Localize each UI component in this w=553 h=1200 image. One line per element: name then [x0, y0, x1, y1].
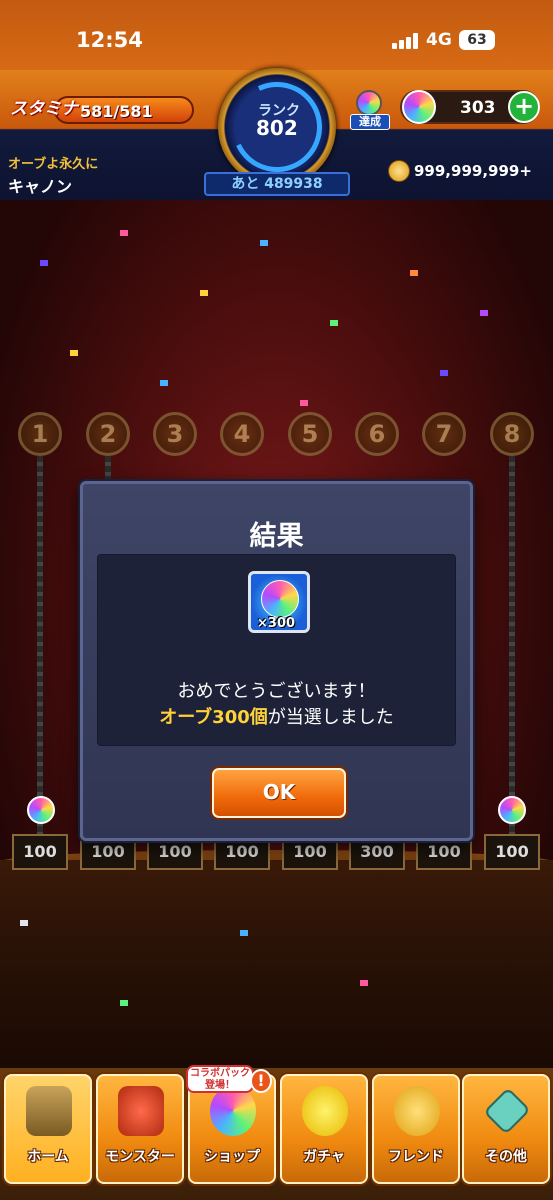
orb-reward-icon: ×300	[248, 571, 310, 633]
achievement-label: 達成	[350, 114, 390, 130]
prize-box: 100	[12, 834, 68, 870]
network-type: 4G	[426, 30, 452, 50]
orb-counter: 303 +	[400, 90, 540, 124]
add-orb-button[interactable]: +	[508, 91, 540, 123]
player-name: キャノン	[8, 177, 73, 196]
battery-icon: 63	[459, 30, 495, 50]
rank-value: 802	[256, 116, 298, 140]
reward-message: オーブ300個が当選しました	[98, 703, 455, 729]
confetti	[160, 380, 168, 386]
orb-icon	[210, 1086, 256, 1136]
nav-label: モンスター	[105, 1149, 175, 1165]
slot-number: 4	[220, 412, 264, 456]
reward-highlight: オーブ300個	[159, 707, 268, 728]
confetti	[200, 290, 208, 296]
home-icon	[26, 1086, 72, 1136]
confetti	[70, 350, 78, 356]
reward-message-rest: が当選しました	[267, 707, 394, 728]
confetti	[120, 1000, 128, 1006]
nav-other[interactable]: その他	[462, 1074, 550, 1184]
rank-next-exp: あと 489938	[204, 172, 350, 196]
alert-icon: !	[250, 1069, 272, 1093]
orb-icon	[261, 580, 299, 618]
nav-label: ホーム	[27, 1149, 69, 1165]
nav-home[interactable]: ホーム	[4, 1074, 92, 1184]
congrats-message: おめでとうございます！	[177, 681, 376, 702]
nav-gacha[interactable]: ガチャ	[280, 1074, 368, 1184]
rank-next-value: 489938	[264, 176, 323, 192]
confetti	[40, 260, 48, 266]
friend-icon	[394, 1086, 440, 1136]
achievement-button[interactable]: 達成	[348, 86, 390, 132]
ladder-pole	[509, 456, 515, 836]
slot-number: 5	[288, 412, 332, 456]
confetti	[330, 320, 338, 326]
prize-orb-icon	[27, 796, 55, 824]
bottom-nav: ホーム モンスター ショップ ガチャ フレンド その他	[0, 1068, 553, 1200]
confetti	[240, 930, 248, 936]
stamina-label: スタミナ	[10, 99, 78, 119]
question-diamond-icon	[483, 1087, 531, 1135]
slot-number: 2	[86, 412, 130, 456]
rank-next-prefix: あと	[231, 176, 260, 192]
confetti	[480, 310, 488, 316]
status-bar: 12:54 4G 63	[0, 0, 553, 70]
nav-label: その他	[485, 1149, 527, 1165]
nav-label: ショップ	[204, 1149, 260, 1165]
prize-box: 100	[484, 834, 540, 870]
ladder-pole	[37, 456, 43, 836]
prize-orb-icon	[498, 796, 526, 824]
nav-label: ガチャ	[303, 1149, 345, 1165]
confetti	[360, 980, 368, 986]
shop-badge: コラボパック登場！	[186, 1065, 254, 1093]
signal-icon	[392, 33, 420, 49]
gacha-egg-icon	[302, 1086, 348, 1136]
dialog-content: ×300 おめでとうございます！ オーブ300個が当選しました	[97, 554, 456, 746]
stage-floor	[0, 860, 553, 1070]
reward-quantity: ×300	[257, 616, 296, 631]
confetti	[300, 400, 308, 406]
confetti	[20, 920, 28, 926]
confetti	[440, 370, 448, 376]
orb-icon	[402, 90, 436, 124]
coin-value: 999,999,999+	[414, 162, 532, 180]
orb-icon	[356, 90, 382, 116]
slot-number: 6	[355, 412, 399, 456]
coin-icon	[388, 160, 410, 182]
dialog-title: 結果	[249, 521, 304, 552]
monster-icon	[118, 1086, 164, 1136]
player-title: オーブよ永久に	[8, 157, 99, 172]
orb-count: 303	[460, 98, 496, 118]
nav-label: フレンド	[388, 1149, 444, 1165]
confetti	[260, 240, 268, 246]
confetti	[410, 270, 418, 276]
result-dialog: 結果 ×300 おめでとうございます！ オーブ300個が当選しました OK	[80, 481, 473, 841]
nav-friend[interactable]: フレンド	[372, 1074, 460, 1184]
ok-button[interactable]: OK	[212, 768, 346, 818]
slot-number: 3	[153, 412, 197, 456]
slot-number: 8	[490, 412, 534, 456]
slot-number: 1	[18, 412, 62, 456]
stamina-value: 581/581	[80, 102, 153, 121]
clock: 12:54	[76, 28, 143, 52]
confetti	[120, 230, 128, 236]
nav-monster[interactable]: モンスター	[96, 1074, 184, 1184]
slot-number: 7	[422, 412, 466, 456]
